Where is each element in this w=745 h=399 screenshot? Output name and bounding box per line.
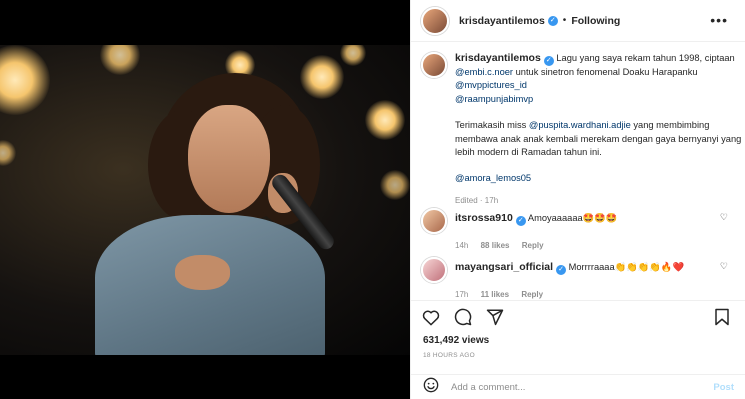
comment-text: Amoyaaaaaa🤩🤩🤩	[527, 213, 618, 223]
share-icon[interactable]	[485, 307, 505, 327]
verified-badge-icon: ✓	[547, 15, 558, 26]
following-button[interactable]: Following	[571, 15, 620, 27]
post-header: krisdayantilemos ✓ • Following •••	[411, 0, 745, 42]
comment-likes[interactable]: 88 likes	[481, 241, 510, 250]
verified-badge-icon: ✓	[543, 56, 554, 66]
comment-meta: 14h 88 likes Reply	[455, 239, 745, 252]
verified-badge-icon: ✓	[515, 216, 526, 226]
singer-hand	[175, 255, 230, 290]
comment-likes[interactable]: 11 likes	[481, 290, 509, 299]
mention-link[interactable]: @mvppictures_id	[455, 80, 527, 90]
post-details-panel: krisdayantilemos ✓ • Following ••• krisd…	[410, 0, 745, 399]
comment-time: 14h	[455, 241, 469, 250]
post-comment-button[interactable]: Post	[713, 382, 734, 393]
reply-button[interactable]: Reply	[521, 290, 543, 299]
bokeh-light	[300, 55, 344, 99]
avatar[interactable]	[421, 257, 447, 283]
comment-item: itsrossa910 ✓ Amoyaaaaaa🤩🤩🤩 14h 88 likes …	[411, 208, 745, 252]
caption-line: Terimakasih miss	[455, 120, 529, 131]
heart-icon[interactable]: ♡	[720, 212, 728, 223]
comment-text: Morrrraaaa👏👏👏👏🔥❤️	[568, 262, 685, 272]
avatar[interactable]	[421, 6, 449, 35]
more-horizontal-icon[interactable]: •••	[710, 12, 728, 28]
emoji-icon[interactable]	[423, 377, 439, 398]
post-actions: 631,492 views 18 HOURS AGO	[411, 300, 745, 365]
comment-input[interactable]: Add a comment...	[451, 382, 713, 393]
caption-line: untuk sinetron fenomenal Doaku Harapanku	[513, 67, 698, 77]
mention-link[interactable]: @puspita.wardhani.adjie	[529, 120, 631, 130]
comment-icon[interactable]	[453, 307, 473, 327]
comment-username[interactable]: itsrossa910	[455, 212, 513, 224]
mention-link[interactable]: @raampunjabimvp	[455, 94, 533, 104]
comment-time: 17h	[455, 290, 469, 299]
mention-link[interactable]: @amora_lemos05	[455, 173, 531, 183]
verified-badge-icon: ✓	[556, 265, 567, 275]
bokeh-light	[100, 45, 140, 75]
caption-username[interactable]: krisdayantilemos	[455, 52, 541, 64]
comment-item: mayangsari_official ✓ Morrrraaaa👏👏👏👏🔥❤️ 1…	[411, 257, 745, 301]
add-comment-bar: Add a comment... Post	[411, 374, 745, 399]
singer-face	[188, 105, 270, 213]
edited-timestamp: Edited · 17h	[455, 195, 499, 205]
bokeh-light	[0, 140, 16, 166]
bokeh-light	[0, 45, 50, 115]
post-username[interactable]: krisdayantilemos	[459, 15, 545, 27]
bokeh-light	[340, 45, 366, 66]
heart-icon[interactable]: ♡	[720, 261, 728, 272]
post-caption: krisdayantilemos ✓ Lagu yang saya rekam t…	[411, 52, 745, 207]
caption-text: krisdayantilemos ✓ Lagu yang saya rekam t…	[455, 52, 745, 207]
separator-dot: •	[562, 15, 567, 26]
post-media[interactable]	[0, 0, 410, 399]
avatar[interactable]	[421, 52, 447, 78]
bokeh-light	[365, 100, 405, 140]
post-time-ago: 18 HOURS AGO	[423, 352, 476, 359]
caption-line: Lagu yang saya rekam tahun 1998, ciptaan	[556, 53, 735, 63]
avatar[interactable]	[421, 208, 447, 234]
reply-button[interactable]: Reply	[522, 241, 544, 250]
bokeh-light	[380, 170, 410, 200]
mention-link[interactable]: @embi.c.noer	[455, 67, 513, 77]
like-heart-icon[interactable]	[421, 307, 441, 327]
views-count[interactable]: 631,492 views	[423, 335, 489, 346]
video-player[interactable]	[0, 45, 410, 355]
bookmark-icon[interactable]	[712, 307, 732, 327]
comment-username[interactable]: mayangsari_official	[455, 261, 553, 273]
